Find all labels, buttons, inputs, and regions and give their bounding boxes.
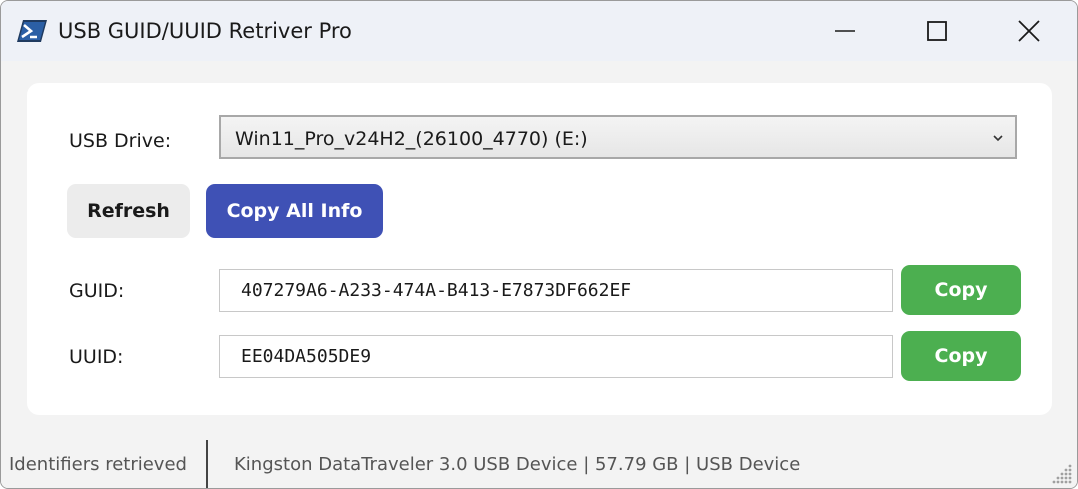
resize-grip-icon[interactable]	[1051, 462, 1073, 484]
device-info: Kingston DataTraveler 3.0 USB Device | 5…	[234, 454, 801, 475]
maximize-icon	[927, 21, 947, 41]
guid-label: GUID:	[69, 280, 125, 302]
status-divider	[206, 440, 208, 488]
status-bar: Identifiers retrieved Kingston DataTrave…	[1, 440, 1077, 488]
usb-drive-label: USB Drive:	[69, 130, 172, 152]
chevron-down-icon	[993, 135, 1003, 142]
powershell-icon	[17, 18, 47, 44]
close-icon	[1018, 20, 1040, 42]
guid-value: 407279A6-A233-474A-B413-E7873DF662EF	[241, 280, 632, 301]
uuid-label: UUID:	[69, 346, 124, 368]
refresh-button[interactable]: Refresh	[67, 184, 190, 238]
copy-uuid-button[interactable]: Copy	[901, 331, 1021, 381]
maximize-button[interactable]	[891, 1, 983, 61]
uuid-field[interactable]: EE04DA505DE9	[219, 335, 893, 378]
app-window: USB GUID/UUID Retriver Pro USB Drive: Wi…	[0, 0, 1078, 489]
uuid-value: EE04DA505DE9	[241, 346, 372, 367]
usb-drive-select[interactable]: Win11_Pro_v24H2_(26100_4770) (E:)	[219, 115, 1017, 159]
status-message: Identifiers retrieved	[9, 454, 187, 475]
title-bar[interactable]: USB GUID/UUID Retriver Pro	[1, 1, 1077, 61]
guid-field[interactable]: 407279A6-A233-474A-B413-E7873DF662EF	[219, 269, 893, 312]
minimize-icon	[835, 30, 855, 32]
copy-guid-button[interactable]: Copy	[901, 265, 1021, 315]
window-title: USB GUID/UUID Retriver Pro	[58, 19, 352, 43]
main-panel: USB Drive: Win11_Pro_v24H2_(26100_4770) …	[27, 83, 1052, 415]
minimize-button[interactable]	[799, 1, 891, 61]
usb-drive-selected-value: Win11_Pro_v24H2_(26100_4770) (E:)	[235, 128, 588, 150]
copy-all-info-button[interactable]: Copy All Info	[206, 184, 383, 238]
close-button[interactable]	[983, 1, 1075, 61]
